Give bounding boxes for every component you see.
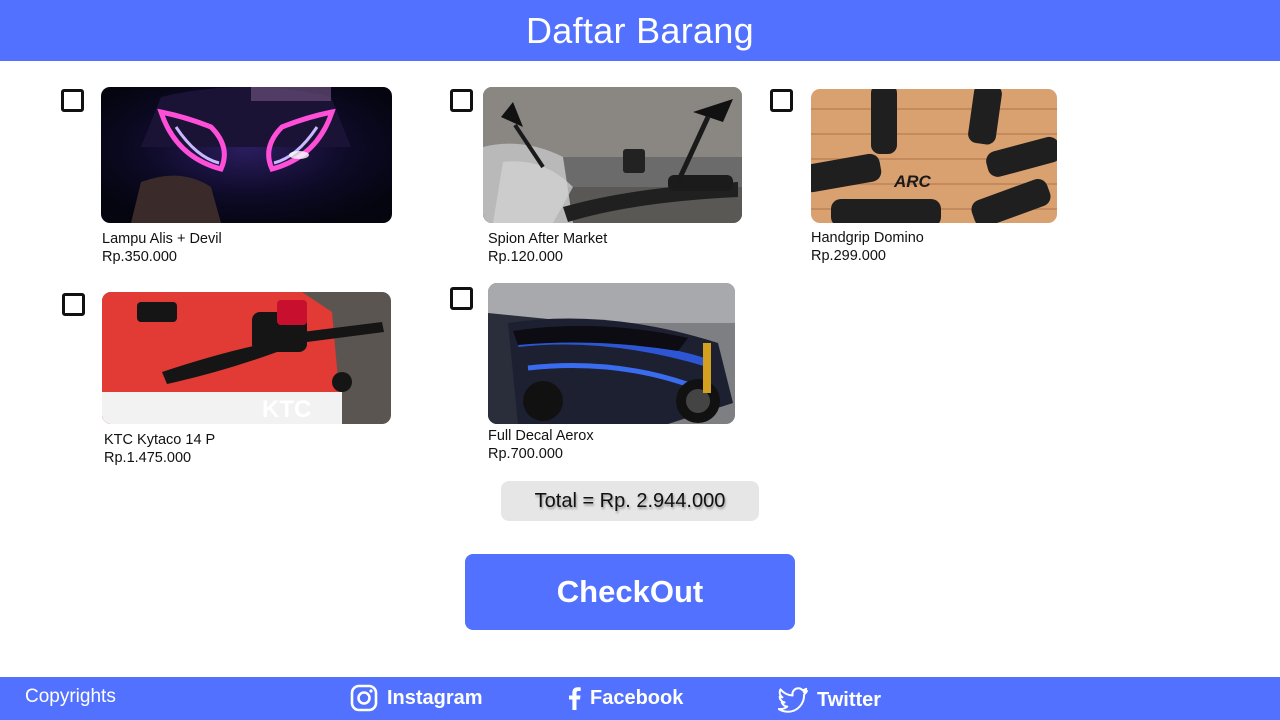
- instagram-link[interactable]: Instagram: [350, 684, 483, 712]
- total-display: Total = Rp. 2.944.000: [501, 481, 759, 521]
- product-name: Lampu Alis + Devil: [102, 231, 222, 247]
- brand-logo-arc: ARC: [893, 172, 932, 191]
- product-name: Full Decal Aerox: [488, 428, 594, 444]
- page-title: Daftar Barang: [525, 9, 755, 51]
- twitter-label: Twitter: [817, 688, 882, 711]
- instagram-icon: [350, 684, 378, 712]
- product-info-handgrip: Handgrip Domino Rp.299.000: [811, 229, 924, 265]
- product-image-spion: [483, 87, 742, 223]
- copyright-text[interactable]: Copyrights: [25, 686, 116, 708]
- twitter-link[interactable]: Twitter: [778, 687, 881, 713]
- product-info-decal: Full Decal Aerox Rp.700.000: [488, 427, 594, 463]
- instagram-label: Instagram: [387, 686, 483, 709]
- product-info-spion: Spion After Market Rp.120.000: [488, 230, 607, 266]
- product-image-decal: [488, 283, 735, 424]
- product-image-ktc: KTC: [102, 292, 391, 424]
- facebook-icon: [569, 687, 581, 710]
- product-price: Rp.1.475.000: [104, 450, 192, 466]
- product-checkbox-lampu-alis[interactable]: [61, 89, 84, 112]
- page-footer: Copyrights Instagram Facebook Twitter: [0, 677, 1280, 720]
- product-checkbox-decal[interactable]: [450, 287, 473, 310]
- product-checkbox-handgrip[interactable]: [770, 89, 793, 112]
- product-info-lampu-alis: Lampu Alis + Devil Rp.350.000: [102, 230, 222, 266]
- total-label: Total = Rp. 2.944.000: [534, 489, 726, 512]
- facebook-label: Facebook: [590, 686, 684, 709]
- product-name: Spion After Market: [488, 231, 608, 247]
- product-name: Handgrip Domino: [811, 230, 924, 246]
- page-header: Daftar Barang: [0, 0, 1280, 61]
- product-name: KTC Kytaco 14 P: [104, 432, 216, 448]
- product-info-ktc: KTC Kytaco 14 P Rp.1.475.000: [104, 431, 215, 467]
- brand-logo-ktc: KTC: [262, 396, 311, 423]
- product-price: Rp.700.000: [488, 446, 563, 462]
- product-image-handgrip: ARC: [811, 89, 1057, 223]
- facebook-link[interactable]: Facebook: [566, 686, 683, 710]
- product-checkbox-ktc[interactable]: [62, 293, 85, 316]
- product-checkbox-spion[interactable]: [450, 89, 473, 112]
- product-price: Rp.299.000: [811, 248, 886, 264]
- checkout-button[interactable]: CheckOut: [465, 554, 795, 630]
- product-price: Rp.120.000: [488, 249, 563, 265]
- twitter-icon: [778, 687, 808, 713]
- product-image-lampu-alis: [101, 87, 392, 223]
- product-price: Rp.350.000: [102, 249, 177, 265]
